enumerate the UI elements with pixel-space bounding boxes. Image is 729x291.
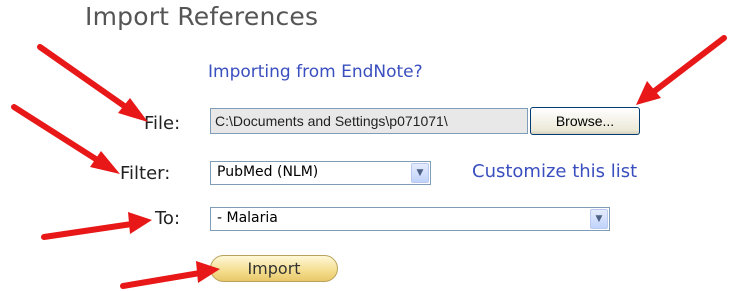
file-path-value: C:\Documents and Settings\p071071\ — [215, 113, 448, 129]
red-arrow-icon — [120, 261, 220, 289]
red-arrow-icon — [636, 35, 727, 105]
chevron-down-icon[interactable]: ▼ — [590, 209, 608, 229]
endnote-import-link[interactable]: Importing from EndNote? — [208, 62, 423, 82]
chevron-down-icon[interactable]: ▼ — [411, 163, 429, 183]
red-arrow-icon — [37, 44, 148, 122]
customize-list-link[interactable]: Customize this list — [472, 161, 637, 182]
file-label: File: — [144, 113, 181, 134]
import-button[interactable]: Import — [210, 255, 338, 282]
filter-select[interactable]: PubMed (NLM) ▼ — [210, 161, 431, 185]
to-select[interactable]: - Malaria ▼ — [210, 207, 610, 231]
filter-label: Filter: — [120, 163, 171, 184]
to-label: To: — [155, 208, 181, 229]
annotation-arrows — [11, 35, 727, 289]
filter-selected-value: PubMed (NLM) — [217, 164, 319, 180]
page-title: Import References — [85, 2, 319, 31]
browse-button[interactable]: Browse... — [530, 107, 640, 135]
red-arrow-icon — [11, 104, 120, 174]
file-path-input[interactable]: C:\Documents and Settings\p071071\ — [210, 108, 528, 134]
to-selected-value: - Malaria — [217, 210, 278, 226]
red-arrow-icon — [41, 212, 152, 240]
